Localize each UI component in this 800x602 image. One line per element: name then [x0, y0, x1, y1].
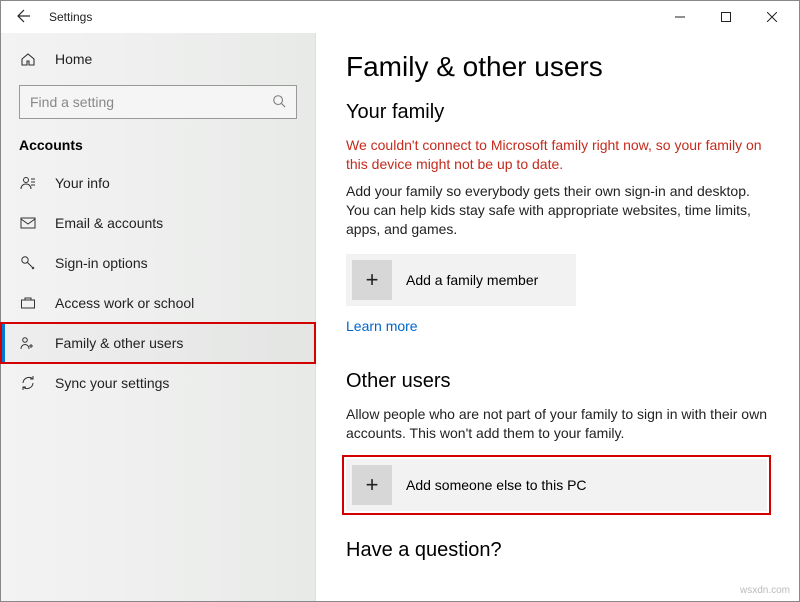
page-title: Family & other users [346, 51, 767, 83]
sidebar-section: Accounts [1, 129, 315, 163]
add-someone-else-button[interactable]: + Add someone else to this PC [346, 459, 767, 511]
family-heading: Your family [346, 101, 767, 124]
search-input[interactable]: Find a setting [19, 85, 297, 119]
sidebar-item-work[interactable]: Access work or school [1, 283, 315, 323]
sidebar-item-signin[interactable]: Sign-in options [1, 243, 315, 283]
learn-more-link[interactable]: Learn more [346, 318, 418, 334]
sync-icon [19, 375, 37, 391]
sidebar-item-email[interactable]: Email & accounts [1, 203, 315, 243]
mail-icon [19, 215, 37, 231]
plus-icon: + [352, 260, 392, 300]
family-description: Add your family so everybody gets their … [346, 182, 767, 239]
sidebar-item-label: Sync your settings [55, 375, 169, 391]
sidebar-item-label: Email & accounts [55, 215, 163, 231]
sidebar-item-your-info[interactable]: Your info [1, 163, 315, 203]
back-icon[interactable] [15, 8, 33, 27]
main-panel: Family & other users Your family We coul… [316, 33, 799, 601]
settings-window: Settings Home Find a setting [0, 0, 800, 602]
sidebar-item-label: Sign-in options [55, 255, 148, 271]
briefcase-icon [19, 295, 37, 311]
key-icon [19, 255, 37, 271]
question-heading: Have a question? [346, 539, 767, 562]
sidebar-item-sync[interactable]: Sync your settings [1, 363, 315, 403]
family-error: We couldn't connect to Microsoft family … [346, 136, 767, 174]
maximize-button[interactable] [703, 1, 749, 33]
sidebar-item-family[interactable]: Family & other users [1, 323, 315, 363]
content-area: Home Find a setting Accounts Your info [1, 33, 799, 601]
sidebar: Home Find a setting Accounts Your info [1, 33, 316, 601]
people-icon [19, 335, 37, 351]
titlebar: Settings [1, 1, 799, 33]
other-users-description: Allow people who are not part of your fa… [346, 405, 767, 443]
search-placeholder: Find a setting [30, 94, 272, 110]
search-icon [272, 94, 286, 111]
plus-icon: + [352, 465, 392, 505]
add-someone-else-label: Add someone else to this PC [406, 477, 587, 493]
close-button[interactable] [749, 1, 795, 33]
sidebar-item-label: Your info [55, 175, 110, 191]
app-title: Settings [49, 10, 92, 24]
search-wrap: Find a setting [1, 79, 315, 129]
home-icon [19, 51, 37, 67]
watermark: wsxdn.com [740, 585, 790, 596]
sidebar-item-label: Family & other users [55, 335, 183, 351]
add-family-member-label: Add a family member [406, 272, 538, 288]
sidebar-item-label: Access work or school [55, 295, 194, 311]
minimize-button[interactable] [657, 1, 703, 33]
add-family-member-button[interactable]: + Add a family member [346, 254, 576, 306]
other-users-heading: Other users [346, 370, 767, 393]
nav-home-label: Home [55, 51, 92, 67]
person-badge-icon [19, 175, 37, 191]
nav-home[interactable]: Home [1, 39, 315, 79]
